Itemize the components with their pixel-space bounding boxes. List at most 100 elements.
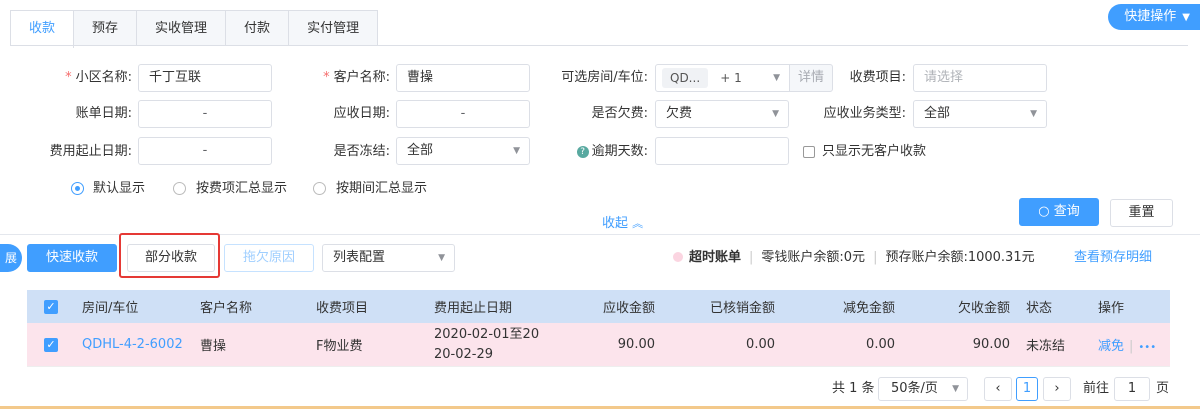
col-receivable[interactable]: 应收金额 <box>546 297 663 316</box>
tab-received-management[interactable]: 实收管理 <box>137 11 227 46</box>
overtime-bill-label: 超时账单 <box>689 250 742 265</box>
customer-value: 曹操 <box>407 70 434 85</box>
prestore-balance: 预存账户余额:1000.31元 <box>885 250 1035 265</box>
room-label: 可选房间/车位: <box>561 70 648 85</box>
row-actions: 减免 | ••• <box>1090 335 1170 354</box>
frozen-value: 全部 <box>407 143 434 158</box>
col-fee-period[interactable]: 费用起止日期 <box>426 297 546 316</box>
biz-type-label: 应收业务类型: <box>823 106 906 121</box>
fee-period-range-input[interactable]: - <box>138 137 272 165</box>
community-input[interactable]: 千丁互联 <box>138 64 272 92</box>
tab-prestore[interactable]: 预存 <box>74 11 138 46</box>
prev-page-button[interactable]: ‹ <box>984 377 1012 401</box>
caret-down-icon: ▼ <box>1182 12 1190 23</box>
chevron-left-icon: ‹ <box>995 381 1001 396</box>
room-detail-button[interactable]: 详情 <box>789 64 833 92</box>
row-owed: 90.00 <box>972 337 1010 352</box>
divider: | <box>873 250 878 265</box>
tab-payment[interactable]: 付款 <box>226 11 290 46</box>
collapse-toggle[interactable]: 收起 ︽ <box>602 212 643 231</box>
radio-by-item-display[interactable] <box>173 182 186 195</box>
col-actions: 操作 <box>1098 301 1125 316</box>
chevron-down-icon: ▼ <box>773 73 780 83</box>
radio-default-display[interactable] <box>71 182 84 195</box>
goto-page-input[interactable]: 1 <box>1114 377 1150 401</box>
room-select[interactable]: QD... + 1 ▼ <box>655 64 790 92</box>
list-config-select[interactable]: 列表配置 ▼ <box>322 244 455 272</box>
quick-ops-button[interactable]: 快捷操作 ▼ <box>1108 4 1200 30</box>
col-reduced[interactable]: 减免金额 <box>783 297 903 316</box>
overdue-days-input[interactable] <box>655 137 789 165</box>
col-status: 状态 <box>1026 301 1053 316</box>
receivable-date-range-input[interactable]: - <box>396 100 530 128</box>
next-page-button[interactable]: › <box>1043 377 1071 401</box>
chevron-down-icon: ▼ <box>513 146 520 156</box>
fee-period-separator: - <box>202 143 208 158</box>
bill-date-label: 账单日期: <box>75 106 132 121</box>
room-tag: QD... <box>662 68 709 88</box>
query-button[interactable]: ○ 查询 <box>1019 198 1099 226</box>
bill-date-range-input[interactable]: - <box>138 100 272 128</box>
fee-period-label: 费用起止日期: <box>49 144 132 159</box>
chevron-up-icon: ︽ <box>632 217 644 230</box>
receivable-date-separator: - <box>460 106 466 121</box>
charge-item-select[interactable]: 请选择 <box>913 64 1047 92</box>
arrears-select[interactable]: 欠费 ▼ <box>655 100 789 128</box>
change-balance: 零钱账户余额:0元 <box>761 250 866 265</box>
overdue-label: ? 逾期天数: <box>540 139 648 165</box>
community-label-text: 小区名称: <box>75 70 132 85</box>
overtime-legend-dot <box>673 252 683 262</box>
tabs-divider <box>10 45 1188 46</box>
page-size-value: 50条/页 <box>891 381 938 396</box>
customer-label: * 客户名称: <box>300 65 390 91</box>
charge-item-placeholder: 请选择 <box>924 70 964 85</box>
more-actions-icon[interactable]: ••• <box>1138 342 1156 353</box>
arrears-reason-button[interactable]: 拖欠原因 <box>224 244 314 272</box>
bill-date-separator: - <box>202 106 208 121</box>
community-label: * 小区名称: <box>40 65 132 91</box>
view-prestore-link[interactable]: 查看预存明细 <box>1074 249 1152 267</box>
list-config-label: 列表配置 <box>333 250 386 265</box>
query-label: 查询 <box>1053 204 1080 219</box>
row-room-link[interactable]: QDHL-4-2-6002 <box>74 337 192 352</box>
receivable-date-label: 应收日期: <box>333 106 390 121</box>
customer-input[interactable]: 曹操 <box>396 64 530 92</box>
required-star-icon: * <box>65 70 72 85</box>
balance-info: 超时账单 | 零钱账户余额:0元 | 预存账户余额:1000.31元 <box>673 249 1035 267</box>
col-charge-item[interactable]: 收费项目 <box>308 297 426 316</box>
check-icon: ✓ <box>44 300 58 314</box>
radio-by-period-display[interactable] <box>313 182 326 195</box>
row-reduced: 0.00 <box>866 337 895 352</box>
expand-sidebar-button[interactable]: 展开 <box>0 244 22 272</box>
table-row[interactable]: ✓ QDHL-4-2-6002 曹操 F物业费 2020-02-01至20 20-… <box>27 323 1170 367</box>
help-icon[interactable]: ? <box>576 146 589 158</box>
no-customer-checkbox[interactable] <box>803 146 815 158</box>
select-all-checkbox[interactable]: ✓ <box>27 299 74 314</box>
partial-collect-highlight <box>119 233 220 278</box>
quick-ops-label: 快捷操作 <box>1124 9 1177 24</box>
col-written-off[interactable]: 已核销金额 <box>663 297 783 316</box>
tab-paid-management[interactable]: 实付管理 <box>289 11 377 46</box>
room-count-tag: + 1 <box>712 68 750 88</box>
table-header: ✓ 房间/车位 客户名称 收费项目 费用起止日期 应收金额 已核销金额 减免金额… <box>27 290 1170 323</box>
charge-item-label: 收费项目: <box>849 70 906 85</box>
arrears-label: 是否欠费: <box>591 106 648 121</box>
page-number-current[interactable]: 1 <box>1016 377 1038 401</box>
col-room[interactable]: 房间/车位 <box>74 297 192 316</box>
community-value: 千丁互联 <box>149 70 202 85</box>
no-customer-label: 只显示无客户收款 <box>822 144 927 159</box>
col-owed[interactable]: 欠收金额 <box>903 297 1018 316</box>
reduce-action-link[interactable]: 减免 <box>1098 339 1124 354</box>
page-size-select[interactable]: 50条/页 ▼ <box>878 377 968 401</box>
row-checkbox[interactable]: ✓ <box>27 337 74 352</box>
biz-type-select[interactable]: 全部 ▼ <box>913 100 1047 128</box>
chevron-down-icon: ▼ <box>772 109 779 119</box>
quick-collect-button[interactable]: 快速收款 <box>27 244 117 272</box>
col-customer[interactable]: 客户名称 <box>192 297 308 316</box>
row-fee-period-line2: 20-02-29 <box>434 346 494 362</box>
tab-collect[interactable]: 收款 <box>11 11 75 48</box>
search-icon: ○ <box>1038 204 1050 219</box>
reset-button[interactable]: 重置 <box>1110 199 1173 227</box>
row-charge-item: F物业费 <box>316 339 363 354</box>
frozen-select[interactable]: 全部 ▼ <box>396 137 530 165</box>
